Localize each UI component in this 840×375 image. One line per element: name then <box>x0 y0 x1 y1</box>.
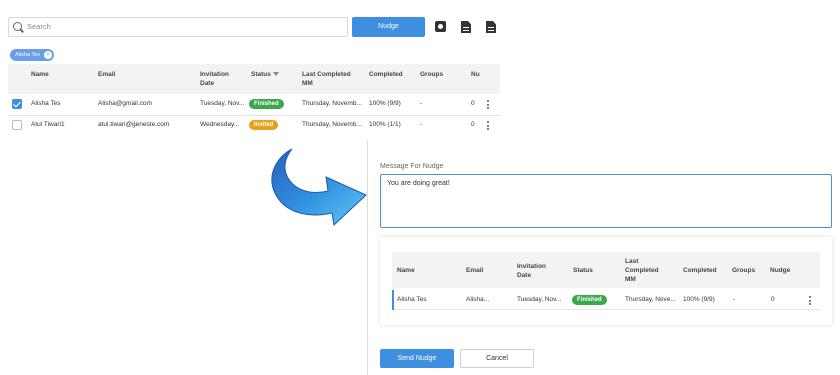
column-header-groups[interactable]: Groups <box>732 266 755 275</box>
filter-chip-label: Alisha Tes <box>15 52 40 58</box>
message-textarea[interactable]: You are doing great! <box>380 174 832 228</box>
vertical-divider <box>367 140 368 375</box>
cell-last-completed: Thursday, Novemb... <box>302 100 362 107</box>
column-header-name[interactable]: Name <box>397 266 415 275</box>
column-header-invitation-date[interactable]: Invitation Date <box>200 70 240 88</box>
nudge-button[interactable]: Nudge <box>352 17 425 37</box>
cell-invitation-date: Tuesday, Nov... <box>200 100 245 107</box>
cell-nudge: 0 <box>771 296 775 303</box>
table-header <box>392 252 820 288</box>
column-header-last-completed[interactable]: Last Completed MM <box>302 70 362 88</box>
filter-chip[interactable]: Alisha Tes × <box>10 49 54 61</box>
cell-completed: 100% (9/9) <box>683 296 715 303</box>
more-options-icon[interactable] <box>809 296 811 305</box>
more-options-icon[interactable] <box>487 121 489 130</box>
column-header-status[interactable]: Status <box>251 70 271 79</box>
column-header-email[interactable]: Email <box>466 266 483 275</box>
row-checkbox-checked[interactable] <box>12 99 22 109</box>
export-file-icon[interactable] <box>486 21 496 33</box>
row-selection-indicator <box>392 290 394 310</box>
cell-name: Atul Tiwari1 <box>31 121 65 128</box>
search-icon <box>13 22 22 31</box>
row-divider <box>8 115 500 116</box>
column-header-groups[interactable]: Groups <box>420 70 443 79</box>
send-nudge-button[interactable]: Send Nudge <box>380 349 454 368</box>
cell-last-completed: Thursday, Nove... <box>625 296 676 303</box>
cell-last-completed: Thursday, Novemb... <box>302 121 362 128</box>
cell-name: Alisha Tes <box>397 296 427 303</box>
row-checkbox[interactable] <box>12 120 22 130</box>
search-input[interactable]: Search <box>8 17 348 37</box>
status-badge: Invited <box>249 120 279 130</box>
status-badge: Finished <box>249 99 284 109</box>
status-badge: Finished <box>572 295 607 305</box>
cell-groups: - <box>420 121 423 128</box>
column-header-nudge[interactable]: Nudge <box>770 266 790 275</box>
column-header-name[interactable]: Name <box>31 70 49 79</box>
cell-completed: 100% (1/1) <box>369 121 401 128</box>
column-header-invitation-date[interactable]: Invitation Date <box>517 262 557 280</box>
filter-icon[interactable] <box>273 72 279 76</box>
cell-groups: - <box>733 296 736 303</box>
column-header-completed[interactable]: Completed <box>369 70 403 79</box>
cancel-button[interactable]: Cancel <box>460 349 534 368</box>
cell-invitation-date: Wednesday... <box>200 121 240 128</box>
users-table-panel: Search Nudge Alisha Tes × Name Email Inv… <box>0 0 508 130</box>
message-label: Message For Nudge <box>380 163 444 170</box>
column-header-nudge[interactable]: Nu <box>471 70 480 79</box>
cell-nudge: 0 <box>471 121 475 128</box>
cell-completed: 100% (9/9) <box>369 100 401 107</box>
cell-email: Alisha... <box>466 296 490 303</box>
search-placeholder: Search <box>27 22 51 31</box>
cell-name: Alisha Tes <box>31 100 61 107</box>
table-header <box>8 64 500 94</box>
document-icon[interactable] <box>461 21 471 33</box>
cell-invitation-date: Tuesday, Nov... <box>517 296 562 303</box>
column-header-completed[interactable]: Completed <box>683 266 717 275</box>
column-header-last-completed[interactable]: Last Completed MM <box>625 257 659 284</box>
cell-nudge: 0 <box>471 100 475 107</box>
settings-icon[interactable] <box>435 21 446 32</box>
cell-groups: - <box>420 100 423 107</box>
more-options-icon[interactable] <box>487 100 489 109</box>
column-header-email[interactable]: Email <box>98 70 115 79</box>
cell-email: atul.tiwari@geneste.com <box>98 121 170 128</box>
cell-email: Alisha@gmail.com <box>98 100 152 107</box>
column-header-status[interactable]: Status <box>573 266 593 275</box>
close-icon[interactable]: × <box>43 51 52 59</box>
transition-arrow-icon <box>271 148 367 227</box>
